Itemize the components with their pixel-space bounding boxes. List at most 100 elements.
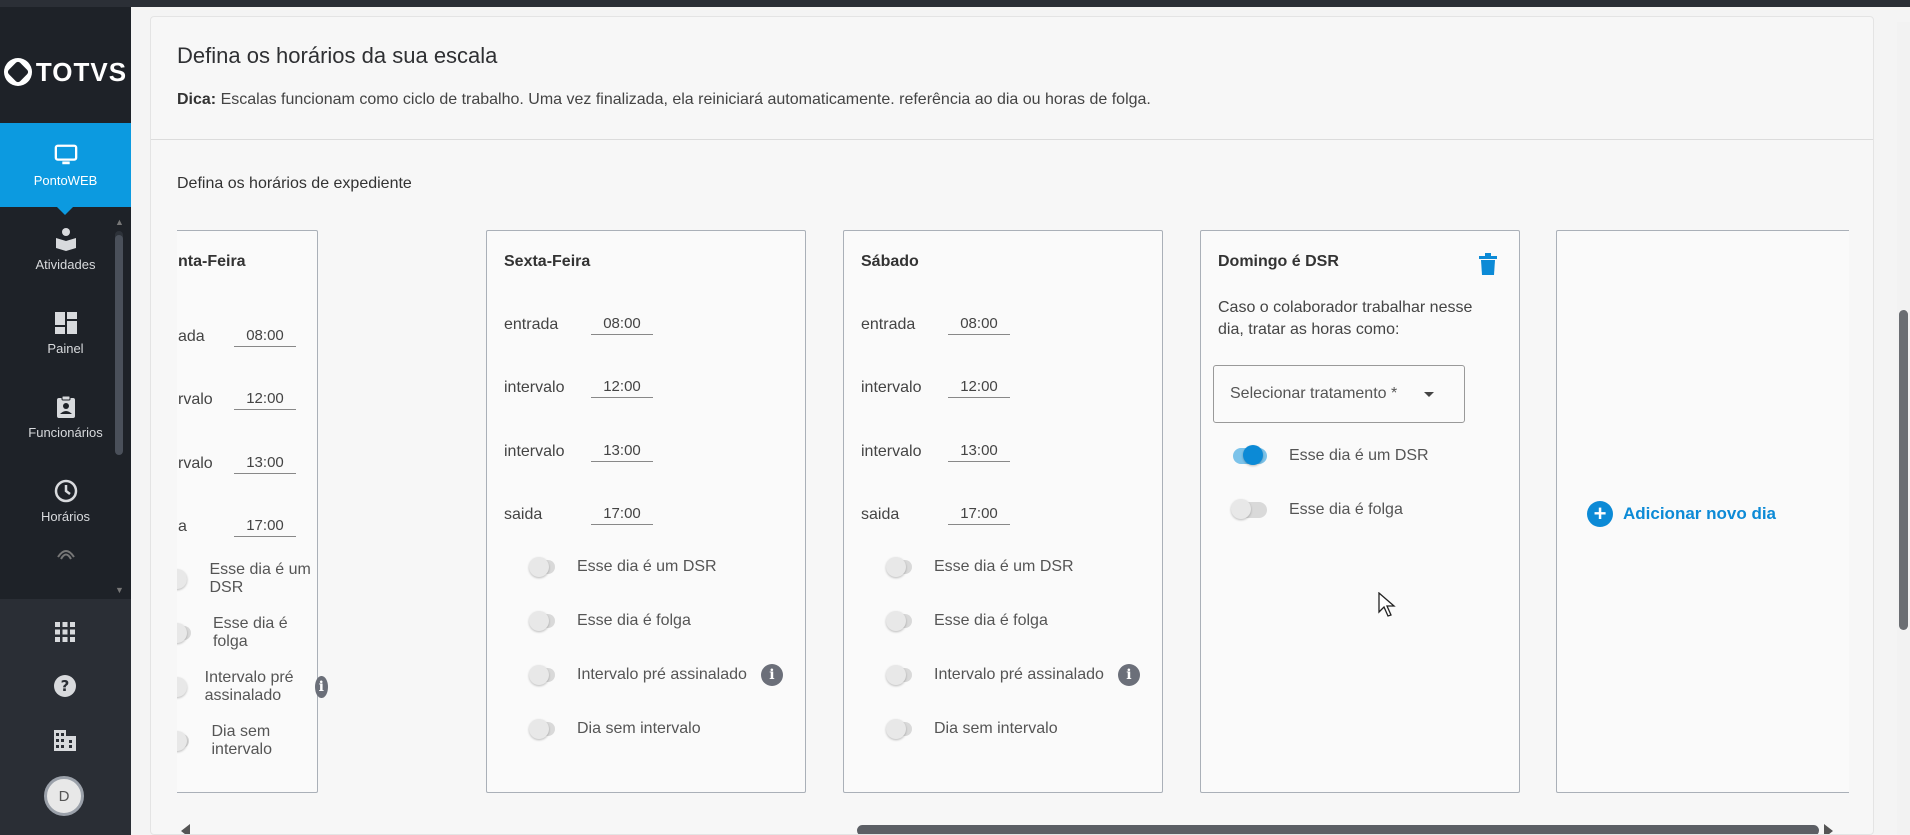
toggle-row-folga: Esse dia é folga [529, 610, 691, 632]
sidebar-scroll-thumb[interactable] [115, 235, 123, 455]
time-input-intervalo[interactable]: 12:00 [591, 378, 653, 398]
time-input-entrada[interactable]: 08:00 [234, 327, 296, 347]
sidebar-item-partial[interactable] [0, 543, 131, 567]
sidebar: TOTVS PontoWEB Atividades Painel Funcion… [0, 7, 131, 835]
day-card-sexta: Sexta-Feira entrada 08:00 intervalo 12:0… [486, 230, 806, 793]
time-row-label: ada [178, 328, 205, 345]
toggle-row-dsr: Esse dia é um DSR [1233, 445, 1429, 467]
time-input-intervalo[interactable]: 13:00 [948, 442, 1010, 462]
toggle-sem-intervalo[interactable] [886, 719, 912, 739]
trash-icon[interactable] [1479, 253, 1499, 277]
plus-circle-icon: + [1587, 501, 1613, 527]
activities-icon [54, 227, 78, 251]
sidebar-item-pontoweb[interactable]: PontoWEB [0, 123, 131, 215]
sidebar-item-label: PontoWEB [33, 172, 98, 188]
mouse-cursor-icon [1378, 592, 1396, 617]
toggle-pre-assinalado[interactable] [886, 665, 912, 685]
info-icon[interactable]: i [760, 664, 783, 686]
toggle-row-folga: Esse dia é folga [177, 615, 317, 650]
time-input-saida[interactable]: 17:00 [234, 517, 296, 537]
toggle-label: Esse dia é um DSR [934, 558, 1074, 575]
toggle-label: Esse dia é um DSR [209, 561, 311, 596]
time-input-intervalo[interactable]: 13:00 [591, 442, 653, 462]
add-day-card: + Adicionar novo dia [1556, 230, 1849, 793]
sidebar-scroll-up-icon[interactable]: ▲ [115, 217, 124, 227]
time-input-entrada[interactable]: 08:00 [591, 315, 653, 335]
scroll-right-icon[interactable] [1824, 824, 1833, 834]
toggle-label: Intervalo pré assinalado [204, 669, 294, 704]
time-row: intervalo 13:00 [861, 440, 1010, 464]
time-input-intervalo[interactable]: 13:00 [234, 454, 296, 474]
apps-grid-icon[interactable] [49, 616, 81, 648]
day-card-title: Sábado [861, 253, 919, 270]
monitor-icon [54, 143, 78, 167]
vertical-scroll-thumb[interactable] [1899, 310, 1908, 630]
tip-text: Dica: Escalas funcionam como ciclo de tr… [177, 91, 1151, 109]
sidebar-item-funcionarios[interactable]: Funcionários [0, 375, 131, 459]
time-row: entrada 08:00 [504, 313, 653, 337]
toggle-row-sem-intervalo: Dia sem intervalo [529, 718, 701, 740]
info-icon[interactable]: i [1117, 664, 1140, 686]
help-icon[interactable]: ? [49, 670, 81, 702]
employee-badge-icon [54, 395, 78, 419]
toggle-row-dsr: Esse dia é um DSR [886, 556, 1074, 578]
toggle-sem-intervalo[interactable] [177, 731, 190, 751]
time-row: rvalo 12:00 [178, 388, 296, 412]
day-cards-container[interactable]: nta-Feira ada 08:00 rvalo 12:00 rvalo 13… [177, 230, 1849, 813]
add-day-button[interactable]: + Adicionar novo dia [1587, 501, 1776, 527]
toggle-folga[interactable] [529, 611, 555, 631]
time-row: ada 08:00 [178, 325, 296, 349]
sidebar-item-label: Funcionários [28, 424, 103, 440]
toggle-folga[interactable] [1231, 499, 1267, 519]
sidebar-scroll-down-icon[interactable]: ▼ [115, 585, 124, 595]
toggle-label: Intervalo pré assinalado [934, 666, 1104, 683]
toggle-folga[interactable] [886, 611, 912, 631]
section-title: Defina os horários de expediente [177, 175, 412, 192]
toggle-label: Dia sem intervalo [211, 723, 272, 758]
sidebar-item-painel[interactable]: Painel [0, 291, 131, 375]
info-icon[interactable]: i [315, 676, 328, 698]
time-row: saida 17:00 [861, 503, 1010, 527]
toggle-dsr[interactable] [1233, 445, 1267, 465]
time-row-label: saida [504, 506, 543, 523]
toggle-label: Dia sem intervalo [934, 720, 1058, 737]
page-title: Defina os horários da sua escala [177, 43, 498, 68]
time-row: saida 17:00 [504, 503, 653, 527]
sidebar-item-horarios[interactable]: Horários [0, 459, 131, 543]
totvs-logo: TOTVS [0, 47, 131, 97]
toggle-row-folga: Esse dia é folga [1231, 499, 1403, 521]
main-panel: Defina os horários da sua escala Dica: E… [150, 16, 1874, 835]
time-input-entrada[interactable]: 08:00 [948, 315, 1010, 335]
toggle-folga[interactable] [177, 623, 191, 643]
toggle-label: Esse dia é folga [577, 612, 691, 629]
day-card-title: Domingo é DSR [1218, 253, 1339, 270]
toggle-row-sem-intervalo: Dia sem intervalo [177, 723, 317, 758]
treatment-select[interactable]: Selecionar tratamento * [1213, 365, 1465, 423]
time-input-intervalo[interactable]: 12:00 [234, 390, 296, 410]
time-row-label: saida [861, 506, 900, 523]
time-input-saida[interactable]: 17:00 [948, 505, 1010, 525]
horizontal-scrollbar[interactable] [181, 824, 1833, 834]
toggle-dsr[interactable] [529, 557, 555, 577]
logo-text: TOTVS [35, 56, 128, 87]
toggle-sem-intervalo[interactable] [529, 719, 555, 739]
sidebar-nav: PontoWEB Atividades Painel Funcionários … [0, 123, 131, 567]
toggle-dsr[interactable] [886, 557, 912, 577]
day-card-domingo-dsr: Domingo é DSR Caso o colaborador trabalh… [1200, 230, 1520, 793]
avatar[interactable]: D [44, 776, 84, 816]
toggle-pre-assinalado[interactable] [177, 677, 187, 697]
window-top-bar [0, 0, 1910, 7]
treatment-select-placeholder: Selecionar tratamento * [1230, 385, 1398, 402]
toggle-dsr[interactable] [177, 569, 188, 589]
time-row: a 17:00 [178, 515, 296, 539]
toggle-pre-assinalado[interactable] [529, 665, 555, 685]
horizontal-scroll-thumb[interactable] [857, 825, 1819, 834]
time-input-saida[interactable]: 17:00 [591, 505, 653, 525]
tip-label: Dica: [177, 91, 217, 108]
time-input-intervalo[interactable]: 12:00 [948, 378, 1010, 398]
sidebar-item-atividades[interactable]: Atividades [0, 207, 131, 291]
building-icon[interactable] [49, 724, 81, 756]
scroll-left-icon[interactable] [181, 824, 190, 834]
sidebar-item-label: Horários [40, 508, 91, 524]
time-row-label: rvalo [178, 391, 213, 408]
